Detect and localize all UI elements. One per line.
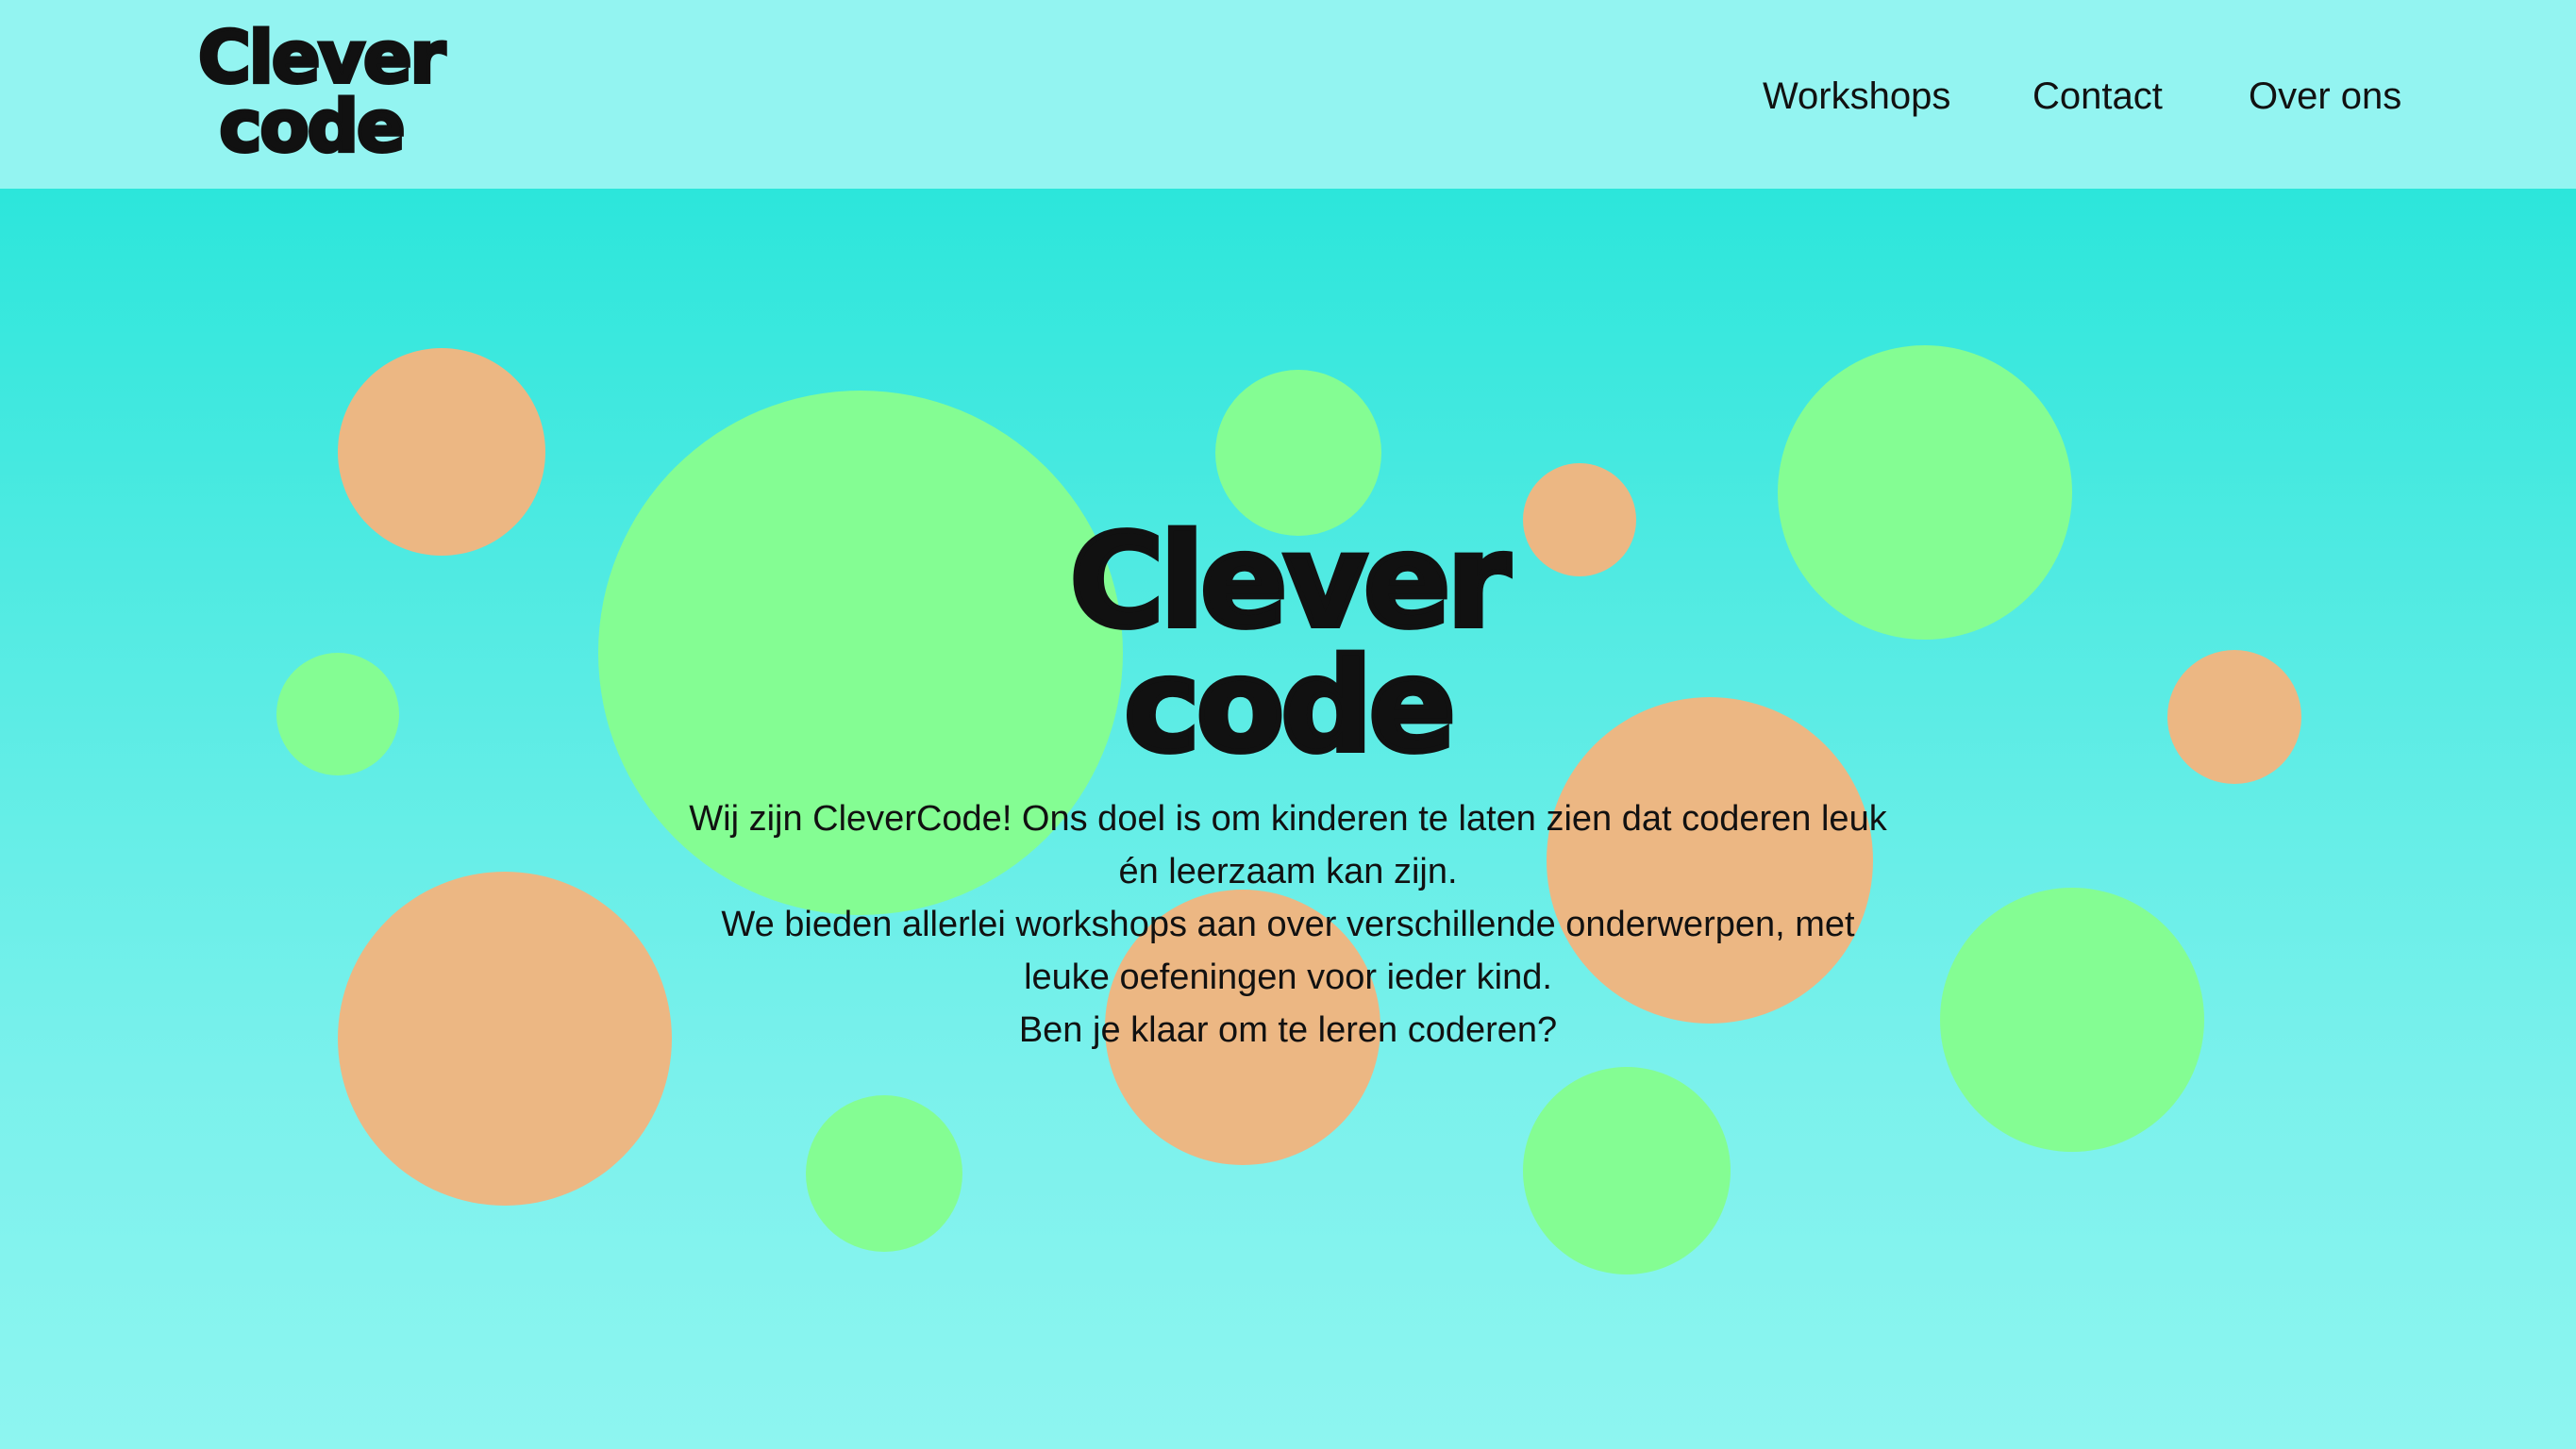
intro-line: Wij zijn CleverCode! Ons doel is om kind… xyxy=(689,799,1887,891)
nav-contact[interactable]: Contact xyxy=(2032,68,2163,125)
decorative-bubble xyxy=(1523,1067,1731,1274)
nav-over-ons[interactable]: Over ons xyxy=(2249,68,2401,125)
site-header: Clever code Workshops Contact Over ons xyxy=(0,0,2576,189)
decorative-bubble xyxy=(2167,650,2301,784)
logo-line-2: code xyxy=(219,84,403,162)
intro-line: We bieden allerlei workshops aan over ve… xyxy=(721,905,1855,997)
decorative-bubble xyxy=(806,1095,962,1252)
decorative-bubble xyxy=(1778,345,2072,640)
hero-logo-line-2: code xyxy=(1124,632,1452,764)
nav-workshops[interactable]: Workshops xyxy=(1763,68,1950,125)
decorative-bubble xyxy=(276,653,399,775)
decorative-bubble xyxy=(1215,370,1381,536)
hero-section: Clever code Wij zijn CleverCode! Ons doe… xyxy=(0,189,2576,1449)
hero-logo: Clever code xyxy=(1067,514,1517,764)
decorative-bubble xyxy=(338,348,545,556)
decorative-bubble xyxy=(1523,463,1636,576)
decorative-bubble xyxy=(338,872,672,1206)
clevercode-logo[interactable]: Clever code xyxy=(184,21,458,162)
intro-line: Ben je klaar om te leren coderen? xyxy=(1018,1010,1558,1050)
decorative-bubble xyxy=(1940,888,2204,1152)
intro-text: Wij zijn CleverCode! Ons doel is om kind… xyxy=(679,792,1897,1057)
